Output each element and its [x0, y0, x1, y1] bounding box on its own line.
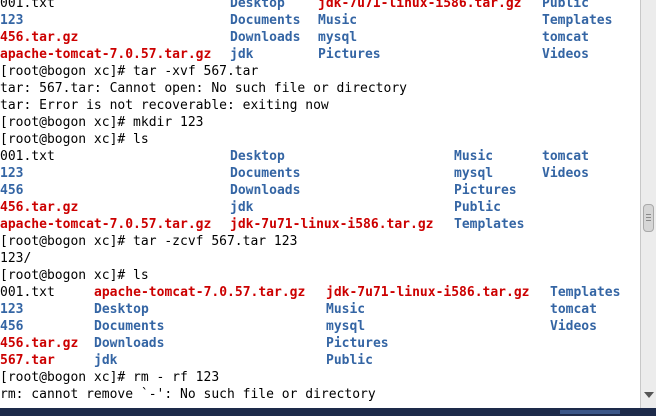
directory-entry: tomcat	[542, 149, 589, 164]
directory-entry: Templates	[542, 13, 613, 28]
terminal-text: [root@bogon xc]# tar -zcvf 567.tar 123	[0, 234, 298, 249]
terminal-line: 567.tar jdk Public	[0, 352, 640, 369]
terminal-line: 123 Documents mysql Videos	[0, 165, 640, 182]
directory-entry: jdk	[230, 47, 254, 62]
terminal-line: 123 Desktop Music tomcat	[0, 301, 640, 318]
terminal-line: [root@bogon xc]# tar -xvf 567.tar	[0, 63, 640, 80]
directory-entry: Music	[454, 149, 494, 164]
archive-file-entry: 456.tar.gz	[0, 30, 79, 45]
directory-entry: Pictures	[326, 336, 389, 351]
directory-entry: Public	[454, 200, 501, 215]
directory-entry: Videos	[542, 47, 589, 62]
terminal-text: [root@bogon xc]# ls	[0, 132, 149, 147]
scrollbar-grip-line	[646, 217, 651, 218]
terminal-text: [root@bogon xc]# mkdir 123	[0, 115, 204, 130]
terminal-line: [root@bogon xc]# rm - rf 123	[0, 369, 640, 386]
terminal-line: 001.txt Desktop jdk-7u71-linux-i586.tar.gz…	[0, 0, 640, 12]
directory-entry: Pictures	[318, 47, 381, 62]
archive-file-entry: jdk-7u71-linux-i586.tar.gz	[318, 0, 522, 11]
terminal-text: [root@bogon xc]# ls	[0, 268, 149, 283]
directory-entry: Documents	[230, 166, 301, 181]
directory-entry: Desktop	[230, 149, 285, 164]
terminal-line: 123/	[0, 250, 640, 267]
taskbar-item	[560, 410, 620, 414]
directory-entry: jdk	[230, 200, 254, 215]
directory-entry: Public	[542, 0, 589, 11]
directory-entry: Templates	[454, 217, 525, 232]
directory-entry: Videos	[550, 319, 597, 334]
terminal-text: rm: cannot remove `-': No such file or d…	[0, 387, 376, 402]
terminal-text: 001.txt	[0, 285, 55, 300]
directory-entry: Downloads	[230, 183, 301, 198]
terminal-text: tar: 567.tar: Cannot open: No such file …	[0, 81, 407, 96]
archive-file-entry: 567.tar	[0, 353, 55, 368]
terminal-line: 456.tar.gz Downloads Pictures	[0, 335, 640, 352]
archive-file-entry: jdk-7u71-linux-i586.tar.gz	[326, 285, 530, 300]
terminal-text: [root@bogon xc]# rm - rf 123	[0, 370, 220, 385]
terminal-text: 001.txt	[0, 149, 55, 164]
archive-file-entry: jdk-7u71-linux-i586.tar.gz	[230, 217, 434, 232]
directory-entry: tomcat	[550, 302, 597, 317]
directory-entry: Downloads	[230, 30, 301, 45]
terminal-text: 001.txt	[0, 0, 55, 11]
terminal-line: 001.txt Desktop Music tomcat	[0, 148, 640, 165]
directory-entry: Music	[318, 13, 358, 28]
directory-entry: tomcat	[542, 30, 589, 45]
archive-file-entry: 456.tar.gz	[0, 200, 79, 215]
terminal-line: [root@bogon xc]# mkdir 123	[0, 114, 640, 131]
terminal-line: apache-tomcat-7.0.57.tar.gz jdk Pictures Vi…	[0, 46, 640, 63]
directory-entry: Documents	[94, 319, 165, 334]
directory-entry: Pictures	[454, 183, 517, 198]
terminal-line: 001.txt apache-tomcat-7.0.57.tar.gz jdk-7u…	[0, 284, 640, 301]
directory-entry: 123	[0, 13, 24, 28]
terminal-line: 123 Documents Music Templates	[0, 12, 640, 29]
desktop-taskbar	[0, 408, 656, 416]
terminal-line: tar: Error is not recoverable: exiting n…	[0, 97, 640, 114]
directory-entry: Templates	[550, 285, 621, 300]
terminal-text: 123/	[0, 251, 32, 266]
terminal-line: [root@bogon xc]# ls	[0, 131, 640, 148]
directory-entry: Music	[326, 302, 366, 317]
directory-entry: 456	[0, 319, 24, 334]
vertical-scrollbar[interactable]	[640, 0, 656, 408]
terminal-window[interactable]: 001.txt Desktop jdk-7u71-linux-i586.tar.gz…	[0, 0, 640, 408]
directory-entry: Documents	[230, 13, 301, 28]
directory-entry: Public	[326, 353, 373, 368]
archive-file-entry: apache-tomcat-7.0.57.tar.gz	[94, 285, 306, 300]
scrollbar-grip-line	[646, 220, 651, 221]
directory-entry: mysql	[326, 319, 366, 334]
terminal-line: [root@bogon xc]# tar -zcvf 567.tar 123	[0, 233, 640, 250]
directory-entry: Desktop	[94, 302, 149, 317]
terminal-text: [root@bogon xc]# tar -xvf 567.tar	[0, 64, 259, 79]
directory-entry: jdk	[94, 353, 118, 368]
terminal-line: 456.tar.gz jdk Public	[0, 199, 640, 216]
directory-entry: Downloads	[94, 336, 165, 351]
scrollbar-grip-line	[646, 214, 651, 215]
archive-file-entry: apache-tomcat-7.0.57.tar.gz	[0, 47, 212, 62]
directory-entry: 123	[0, 302, 24, 317]
terminal-line: rm: cannot remove `-': No such file or d…	[0, 386, 640, 403]
directory-entry: Videos	[542, 166, 589, 181]
terminal-line: 456 Documents mysql Videos	[0, 318, 640, 335]
archive-file-entry: apache-tomcat-7.0.57.tar.gz	[0, 217, 212, 232]
directory-entry: mysql	[454, 166, 494, 181]
terminal-line: 456 Downloads Pictures	[0, 182, 640, 199]
scroll-down-arrow-icon[interactable]	[644, 392, 654, 398]
scrollbar-thumb[interactable]	[643, 204, 654, 232]
directory-entry: Desktop	[230, 0, 285, 11]
directory-entry: mysql	[318, 30, 358, 45]
terminal-line: 456.tar.gz Downloads mysql tomcat	[0, 29, 640, 46]
terminal-text: tar: Error is not recoverable: exiting n…	[0, 98, 329, 113]
terminal-line: [root@bogon xc]# ls	[0, 267, 640, 284]
archive-file-entry: 456.tar.gz	[0, 336, 79, 351]
directory-entry: 123	[0, 166, 24, 181]
terminal-line: apache-tomcat-7.0.57.tar.gz jdk-7u71-linu…	[0, 216, 640, 233]
terminal-line: tar: 567.tar: Cannot open: No such file …	[0, 80, 640, 97]
directory-entry: 456	[0, 183, 24, 198]
